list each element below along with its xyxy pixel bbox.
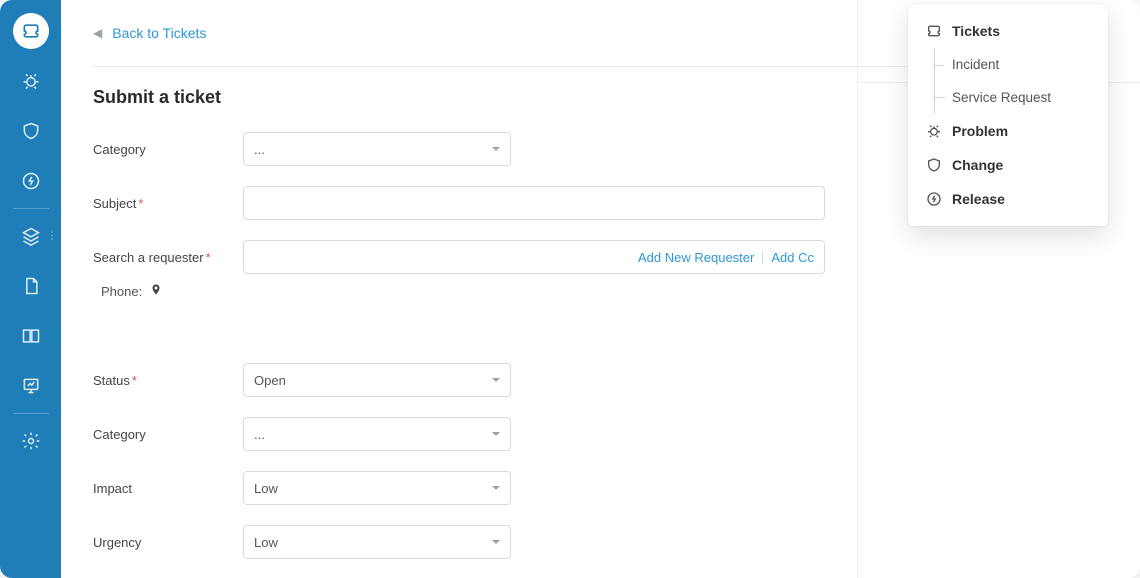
- document-icon: [21, 276, 41, 296]
- nav-divider: [13, 208, 49, 209]
- back-caret-icon: ◀: [93, 26, 102, 40]
- select-value: ...: [254, 142, 265, 157]
- label-subject: Subject*: [93, 196, 243, 211]
- select-urgency[interactable]: Low: [243, 525, 511, 559]
- nav-more-indicator-icon: ⋮: [47, 231, 56, 242]
- label-requester: Search a requester*: [93, 250, 243, 265]
- select-value: Low: [254, 481, 278, 496]
- create-type-dropdown: Tickets Incident Service Request Problem…: [908, 4, 1108, 226]
- select-value: Open: [254, 373, 286, 388]
- gear-icon: [21, 431, 41, 451]
- back-to-tickets-link[interactable]: ◀ Back to Tickets: [93, 25, 206, 41]
- label-urgency: Urgency: [93, 535, 243, 550]
- presentation-icon: [21, 376, 41, 396]
- select-impact[interactable]: Low: [243, 471, 511, 505]
- bug-icon: [21, 71, 41, 91]
- input-requester[interactable]: Add New Requester Add Cc: [243, 240, 825, 274]
- back-label: Back to Tickets: [112, 25, 206, 41]
- shield-icon: [926, 157, 942, 173]
- dd-label: Release: [952, 191, 1005, 207]
- shield-icon: [21, 121, 41, 141]
- nav-contracts[interactable]: [0, 261, 61, 311]
- nav-admin[interactable]: [0, 416, 61, 466]
- dd-change[interactable]: Change: [908, 148, 1108, 182]
- dd-release[interactable]: Release: [908, 182, 1108, 216]
- bolt-icon: [21, 171, 41, 191]
- add-cc-link[interactable]: Add Cc: [771, 250, 814, 265]
- layers-icon: [21, 226, 41, 246]
- divider: [762, 250, 763, 264]
- label-category: Category: [93, 427, 243, 442]
- select-status[interactable]: Open: [243, 363, 511, 397]
- add-new-requester-link[interactable]: Add New Requester: [638, 250, 754, 265]
- left-nav: ⋮: [0, 0, 61, 578]
- bug-icon: [926, 123, 942, 139]
- label-phone: Phone:: [101, 284, 142, 299]
- dd-problem[interactable]: Problem: [908, 114, 1108, 148]
- input-subject[interactable]: [243, 186, 825, 220]
- bolt-icon: [926, 191, 942, 207]
- location-pin-icon: [150, 282, 162, 301]
- book-icon: [21, 326, 41, 346]
- select-category-top[interactable]: ...: [243, 132, 511, 166]
- nav-inventory[interactable]: ⋮: [0, 211, 61, 261]
- dd-label: Incident: [952, 57, 999, 72]
- nav-releases[interactable]: [0, 156, 61, 206]
- nav-reports[interactable]: [0, 361, 61, 411]
- select-value: Low: [254, 535, 278, 550]
- dd-label: Change: [952, 157, 1003, 173]
- dd-label: Tickets: [952, 23, 1000, 39]
- dd-label: Service Request: [952, 90, 1051, 105]
- dd-label: Problem: [952, 123, 1008, 139]
- label-category-top: Category: [93, 142, 243, 157]
- select-value: ...: [254, 427, 265, 442]
- main-area: ◀ Back to Tickets Cancel Save ▼: [61, 0, 1140, 578]
- dd-tickets[interactable]: Tickets: [908, 14, 1108, 48]
- dd-incident[interactable]: Incident: [908, 48, 1108, 81]
- ticket-icon: [21, 21, 41, 41]
- nav-divider-2: [13, 413, 49, 414]
- nav-changes[interactable]: [0, 106, 61, 156]
- select-category[interactable]: ...: [243, 417, 511, 451]
- label-status: Status*: [93, 373, 243, 388]
- nav-problems[interactable]: [0, 56, 61, 106]
- nav-tickets[interactable]: [0, 6, 61, 56]
- nav-solutions[interactable]: [0, 311, 61, 361]
- label-impact: Impact: [93, 481, 243, 496]
- dd-service-request[interactable]: Service Request: [908, 81, 1108, 114]
- ticket-icon: [926, 23, 942, 39]
